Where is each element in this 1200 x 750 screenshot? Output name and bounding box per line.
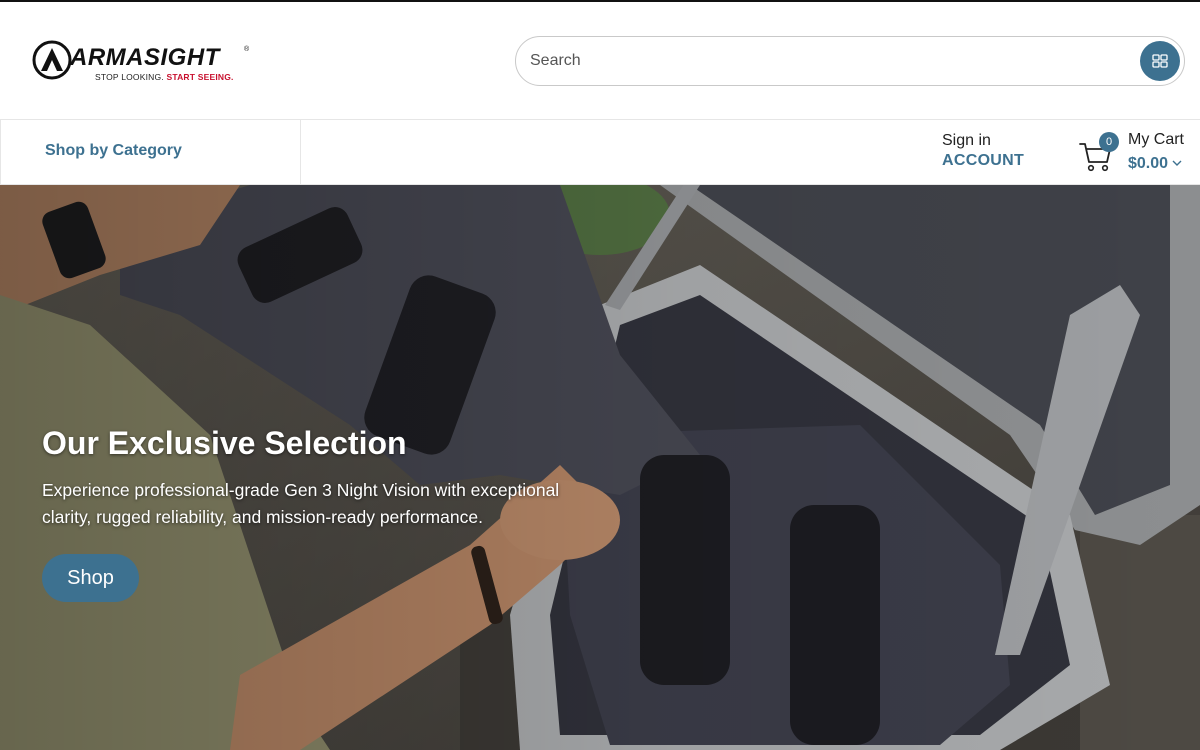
grid-icon — [1152, 54, 1168, 68]
hero-title: Our Exclusive Selection — [42, 425, 407, 461]
shop-by-category-menu[interactable]: Shop by Category — [0, 120, 301, 184]
chevron-down-icon — [1172, 160, 1182, 166]
shop-by-category-label: Shop by Category — [45, 142, 182, 159]
cart-total: $0.00 — [1128, 155, 1169, 172]
hero-description: Experience professional-grade Gen 3 Nigh… — [42, 480, 560, 527]
site-header: ARMASIGHT ® STOP LOOKING. START SEEING. — [0, 2, 1200, 120]
mini-cart[interactable]: 0 My Cart $0.00 — [1078, 126, 1198, 182]
hero-banner: Our Exclusive Selection Experience profe… — [0, 185, 1200, 750]
account-link[interactable]: Sign in ACCOUNT — [942, 132, 1024, 170]
brand-logo[interactable]: ARMASIGHT ® STOP LOOKING. START SEEING. — [32, 40, 252, 86]
account-label: ACCOUNT — [942, 152, 1025, 169]
search-button[interactable] — [1140, 41, 1180, 81]
brand-tagline: STOP LOOKING. START SEEING. — [95, 72, 234, 82]
tagline-prefix: STOP LOOKING. — [95, 72, 164, 82]
shop-button[interactable]: Shop — [42, 554, 139, 602]
cart-count-badge: 0 — [1099, 132, 1119, 152]
logo-mark-icon — [32, 40, 72, 80]
brand-trademark: ® — [244, 46, 250, 53]
brand-name: ARMASIGHT — [70, 44, 220, 71]
search-input[interactable] — [530, 45, 1130, 77]
search-bar — [515, 36, 1185, 86]
sign-in-label: Sign in — [942, 132, 991, 149]
main-nav: Shop by Category Sign in ACCOUNT 0 My Ca… — [0, 119, 1200, 185]
cart-title: My Cart — [1128, 131, 1184, 148]
hero-background-image — [0, 185, 1200, 750]
tagline-accent: START SEEING. — [166, 72, 234, 82]
